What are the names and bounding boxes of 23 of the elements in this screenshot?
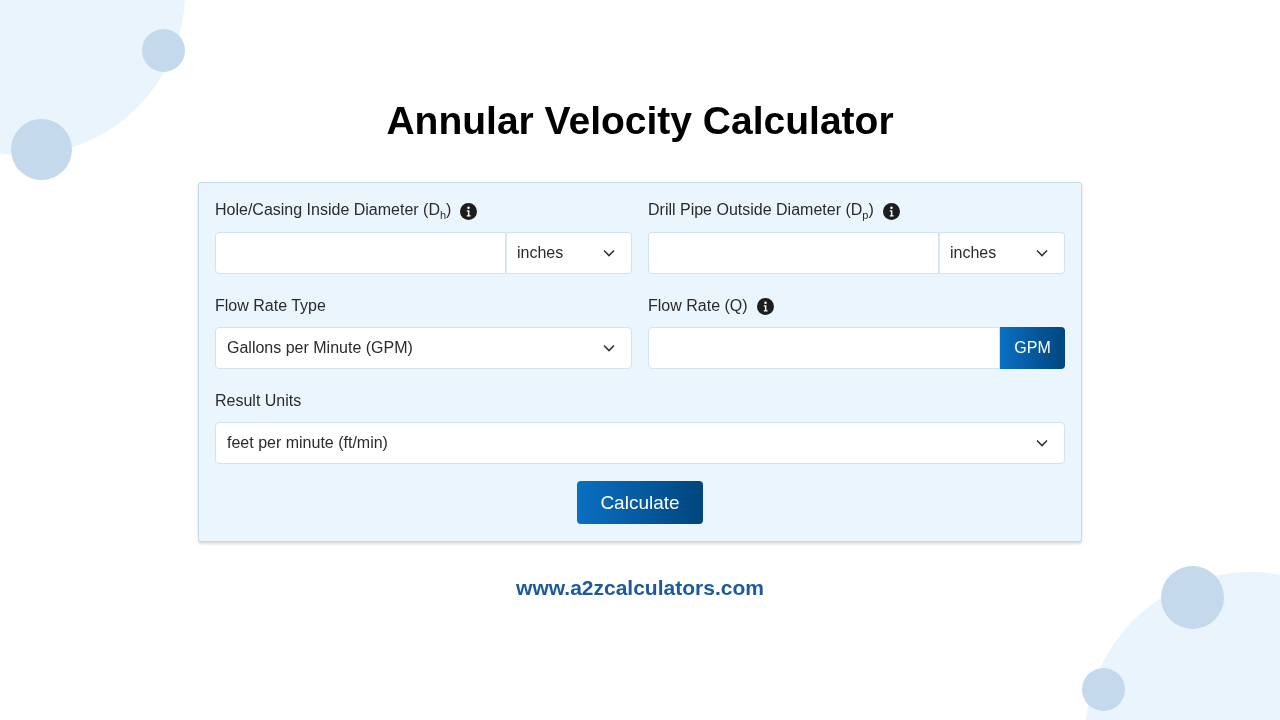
chevron-down-icon: [1036, 249, 1048, 257]
info-icon[interactable]: [460, 202, 478, 220]
chevron-down-icon: [603, 344, 615, 352]
field-label: Flow Rate Type: [215, 297, 326, 315]
dropdown[interactable]: feet per minute (ft/min): [215, 422, 1065, 464]
number-input[interactable]: [648, 232, 939, 274]
unit-dropdown[interactable]: inches: [506, 232, 632, 274]
chevron-down-icon: [603, 249, 615, 257]
website-url: www.a2zcalculators.com: [516, 576, 764, 600]
info-icon[interactable]: [882, 202, 900, 220]
field-label: Hole/Casing Inside Diameter (D$_{h}$): [215, 200, 452, 222]
field-label: Result Units: [215, 392, 302, 410]
number-input[interactable]: [215, 232, 506, 274]
unit-dropdown[interactable]: inches: [939, 232, 1065, 274]
field-label: Flow Rate (Q): [648, 297, 748, 315]
dropdown[interactable]: Gallons per Minute (GPM): [215, 327, 632, 369]
chevron-down-icon: [1036, 439, 1048, 447]
unit-label: GPM: [1000, 327, 1065, 369]
calculate-button[interactable]: Calculate: [577, 481, 703, 524]
info-icon[interactable]: [756, 297, 774, 315]
field-label: Drill Pipe Outside Diameter (D$_{p}$): [648, 200, 874, 222]
number-input[interactable]: [648, 327, 1000, 369]
page-title: Annular Velocity Calculator: [386, 98, 894, 144]
